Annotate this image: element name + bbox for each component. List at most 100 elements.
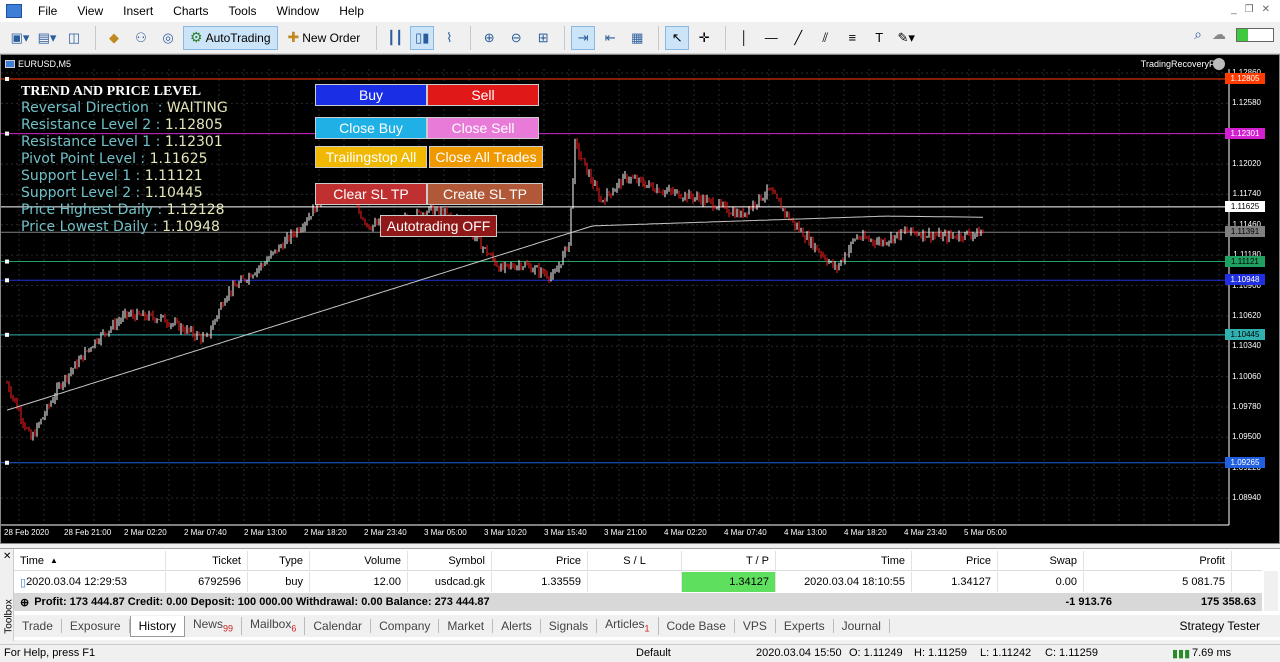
menu-charts[interactable]: Charts <box>163 0 218 22</box>
menu-help[interactable]: Help <box>329 0 374 22</box>
new-chart-icon[interactable]: ▣▾ <box>8 26 32 50</box>
column-header[interactable]: T / P <box>682 551 776 570</box>
fibonacci-icon[interactable]: ≡ <box>840 26 864 50</box>
tab-label: Experts <box>783 619 825 633</box>
tab-history[interactable]: History <box>129 615 185 637</box>
summary-profit: 175 358.63 <box>1200 596 1256 608</box>
clear-sltp-button[interactable]: Clear SL TP <box>315 183 427 205</box>
terminal-tabs: Trade Exposure History News99 Mailbox6 Calend… <box>14 615 1280 637</box>
tab-experts[interactable]: Experts <box>776 619 834 633</box>
tab-journal[interactable]: Journal <box>834 619 890 633</box>
close-buy-button[interactable]: Close Buy <box>315 117 427 139</box>
tab-company[interactable]: Company <box>371 619 440 633</box>
auto-scroll-icon[interactable]: ⇥ <box>571 25 596 50</box>
table-cell: 2020.03.04 18:10:55 <box>776 572 912 592</box>
toolbar-separator <box>470 25 472 50</box>
menu-insert[interactable]: Insert <box>113 0 163 22</box>
toolbar-separator <box>564 25 566 50</box>
price-tick-label: 1.09780 <box>1232 401 1261 411</box>
signals-icon[interactable]: ◎ <box>156 26 180 50</box>
tab-vps[interactable]: VPS <box>735 619 776 633</box>
menu-tools[interactable]: Tools <box>219 0 267 22</box>
column-header[interactable]: Swap <box>998 551 1084 570</box>
menu-window[interactable]: Window <box>267 0 330 22</box>
time-tick-label: 3 Mar 21:00 <box>604 528 647 537</box>
status-high: H: 1.11259 <box>914 647 968 659</box>
column-header[interactable]: Profit <box>1084 551 1232 570</box>
price-tag-s1: 1.11121 <box>1225 255 1265 267</box>
vertical-line-icon[interactable]: │ <box>732 26 756 50</box>
market-watch-icon[interactable]: ◫ <box>62 26 86 50</box>
crosshair-icon[interactable]: ✛ <box>692 26 716 50</box>
autotrading-off-button[interactable]: Autotrading OFF <box>380 215 497 237</box>
terminal-icon[interactable]: ⚇ <box>129 26 153 50</box>
table-row[interactable]: ▯ 2020.03.04 12:29:53 6792596 buy 12.00 usdc… <box>14 572 1262 592</box>
tab-calendar[interactable]: Calendar <box>305 619 372 633</box>
chat-icon[interactable]: ☁ <box>1212 26 1226 43</box>
indicators-icon[interactable]: ▦ <box>625 26 649 50</box>
price-tick-label: 1.09500 <box>1232 432 1261 442</box>
channel-icon[interactable]: ⫽ <box>813 26 837 50</box>
buy-button[interactable]: Buy <box>315 84 427 106</box>
search-icon[interactable]: ⌕ <box>1194 26 1202 43</box>
terminal-scrollbar[interactable] <box>1264 571 1278 611</box>
minimize-icon[interactable]: _ <box>1231 4 1237 15</box>
panel-line-label: Resistance Level 2 : <box>21 117 165 133</box>
column-header[interactable]: Price <box>912 551 998 570</box>
column-header[interactable]: Time ▲ <box>14 551 166 570</box>
tab-signals[interactable]: Signals <box>541 619 598 633</box>
zoom-in-icon[interactable]: ⊕ <box>477 26 501 50</box>
menu-file[interactable]: File <box>28 0 67 22</box>
column-header[interactable]: Price <box>492 551 588 570</box>
new-order-button[interactable]: ✚ New Order <box>281 26 368 50</box>
candlestick-icon[interactable]: ▯▮ <box>410 25 435 50</box>
trailingstop-all-button[interactable]: Trailingstop All <box>315 146 427 168</box>
toolbar-separator <box>376 25 378 50</box>
time-tick-label: 2 Mar 07:40 <box>184 528 227 537</box>
restore-icon[interactable]: ❐ <box>1245 4 1254 15</box>
text-icon[interactable]: T <box>867 26 891 50</box>
column-header[interactable]: S / L <box>588 551 682 570</box>
navigator-icon[interactable]: ◆ <box>102 26 126 50</box>
status-close: C: 1.11259 <box>1045 647 1099 659</box>
column-header[interactable]: Volume <box>310 551 408 570</box>
price-tick-label: 1.12020 <box>1232 159 1261 169</box>
cursor-icon[interactable]: ↖ <box>665 25 690 50</box>
tab-exposure[interactable]: Exposure <box>62 619 130 633</box>
column-header[interactable]: Symbol <box>408 551 492 570</box>
close-all-trades-button[interactable]: Close All Trades <box>429 146 543 168</box>
tab-trade[interactable]: Trade <box>14 619 62 633</box>
bar-chart-icon[interactable]: ┃┃ <box>383 26 407 50</box>
zoom-out-icon[interactable]: ⊖ <box>504 26 528 50</box>
strategy-tester-link[interactable]: Strategy Tester <box>1180 619 1260 633</box>
column-header[interactable]: Type <box>248 551 310 570</box>
trendline-icon[interactable]: ╱ <box>786 26 810 50</box>
profiles-icon[interactable]: ▤▾ <box>35 26 59 50</box>
create-sltp-button[interactable]: Create SL TP <box>427 183 543 205</box>
chart-window[interactable]: EURUSD,M5 TradingRecoveryPro TREND AND P… <box>0 54 1280 544</box>
shapes-icon[interactable]: ✎▾ <box>894 26 918 50</box>
time-tick-label: 28 Feb 2020 <box>4 528 49 537</box>
tile-windows-icon[interactable]: ⊞ <box>531 26 555 50</box>
tab-articles[interactable]: Articles1 <box>597 616 659 636</box>
tab-market[interactable]: Market <box>439 619 494 633</box>
tab-code-base[interactable]: Code Base <box>659 619 735 633</box>
tab-alerts[interactable]: Alerts <box>493 619 541 633</box>
tab-mailbox[interactable]: Mailbox6 <box>242 616 306 636</box>
price-tick-label: 1.10340 <box>1232 341 1261 351</box>
close-icon[interactable]: ✕ <box>1262 4 1270 15</box>
menu-view[interactable]: View <box>67 0 113 22</box>
deal-icon: ▯ <box>20 576 27 589</box>
close-terminal-icon[interactable]: ✕ <box>3 551 11 562</box>
autotrading-button[interactable]: ⚙ AutoTrading <box>183 25 278 50</box>
table-cell: ▯ 2020.03.04 12:29:53 <box>14 572 166 592</box>
column-header[interactable]: Time <box>776 551 912 570</box>
line-chart-icon[interactable]: ⌇ <box>437 26 461 50</box>
horizontal-line-icon[interactable]: — <box>759 26 783 50</box>
chart-shift-icon[interactable]: ⇤ <box>598 26 622 50</box>
close-sell-button[interactable]: Close Sell <box>427 117 539 139</box>
sell-button[interactable]: Sell <box>427 84 539 106</box>
expert-advisor-label[interactable]: TradingRecoveryPro <box>1141 59 1223 69</box>
column-header[interactable]: Ticket <box>166 551 248 570</box>
tab-news[interactable]: News99 <box>185 616 242 636</box>
